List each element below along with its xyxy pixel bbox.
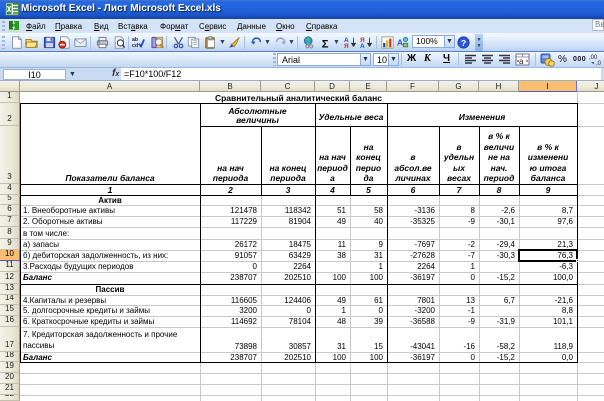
svg-text:a: a bbox=[519, 57, 524, 66]
svg-text:,0: ,0 bbox=[596, 61, 602, 66]
svg-text:А: А bbox=[360, 43, 365, 49]
svg-text:A: A bbox=[397, 38, 404, 48]
svg-text:?: ? bbox=[461, 38, 466, 48]
svg-text:Σ: Σ bbox=[322, 38, 329, 49]
svg-text:Я: Я bbox=[344, 43, 349, 49]
svg-text:cd: cd bbox=[132, 43, 138, 49]
